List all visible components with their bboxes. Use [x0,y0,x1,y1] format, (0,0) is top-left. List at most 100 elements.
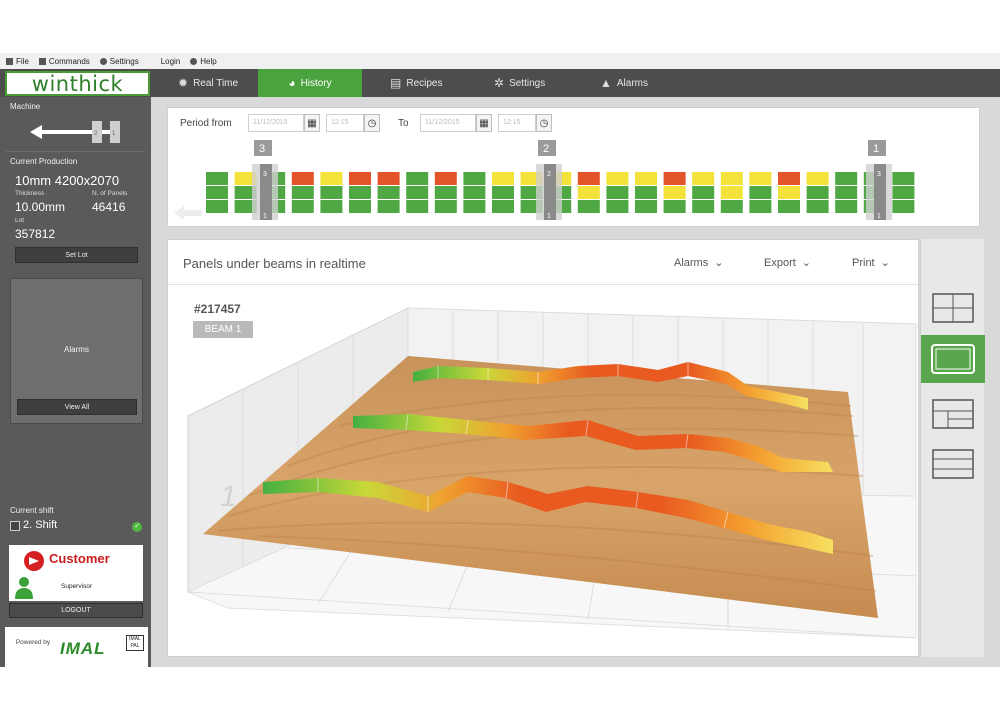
timeline-panel-cell[interactable] [463,200,486,213]
timeline-panel-cell[interactable] [492,200,514,213]
timeline-panel-cell[interactable] [720,200,743,213]
warning-icon: ▲ [600,76,612,90]
clock-icon[interactable]: ◷ [364,114,380,132]
timeline-panel-cell[interactable] [749,186,772,199]
timeline-panel-cell[interactable] [806,186,829,199]
timeline-panel-cell[interactable] [606,186,629,199]
print-dropdown[interactable]: Print ⌄ [852,256,890,270]
beam-marker-label: 3 [259,143,265,155]
timeline-panel-cell[interactable] [406,200,429,213]
to-time-input[interactable]: 12:15 [498,114,536,132]
export-dropdown-label: Export [764,256,796,269]
timeline-panel-cell[interactable] [692,186,715,199]
timeline-panel-cell[interactable] [206,200,228,213]
timeline-panel-cell[interactable] [434,200,457,213]
timeline-panel-cell[interactable] [492,172,514,185]
timeline-panel-cell[interactable] [577,186,600,199]
menu-commands[interactable]: Commands [38,57,90,66]
timeline-panel-cell[interactable] [835,172,858,185]
timeline-panel-cell[interactable] [291,186,314,199]
timeline-panel-cell[interactable] [892,200,915,213]
grid-4-view-icon[interactable] [929,291,977,325]
tab-alarms[interactable]: ▲ Alarms [600,69,660,97]
timeline-panel-cell[interactable] [778,186,800,199]
set-lot-button[interactable]: Set Lot [15,247,138,263]
timeline-panel-cell[interactable] [463,172,486,185]
calendar-icon[interactable]: ▦ [476,114,492,132]
tab-settings[interactable]: ✲ Settings [494,69,554,97]
beam-marker-index: 3 [877,171,881,178]
timeline-panel-cell[interactable] [492,186,514,199]
timeline-panel-cell[interactable] [663,172,686,185]
timeline-panel-cell[interactable] [892,186,915,199]
calendar-icon[interactable]: ▦ [304,114,320,132]
from-date-input[interactable]: 11/12/2015 [248,114,304,132]
timeline-panel-cell[interactable] [835,186,858,199]
timeline-panel-cell[interactable] [663,186,686,199]
timeline-panel-cell[interactable] [463,186,486,199]
timeline-panel-cell[interactable] [749,172,772,185]
menu-file[interactable]: File [6,57,29,66]
timeline-panel-cell[interactable] [320,172,343,185]
split-view-icon[interactable] [929,397,977,431]
timeline-panel-cell[interactable] [606,172,629,185]
timeline-panel-cell[interactable] [206,172,228,185]
timeline-panel-cell[interactable] [434,172,457,185]
timeline-panel-cell[interactable] [606,200,629,213]
timeline-panel-cell[interactable] [291,172,314,185]
timeline-panel-cell[interactable] [778,200,800,213]
timeline-panel-cell[interactable] [778,172,800,185]
timeline-panel-cell[interactable] [577,172,600,185]
timeline-panel-cell[interactable] [377,200,400,213]
timeline-panel-cell[interactable] [320,200,343,213]
export-dropdown[interactable]: Export ⌄ [764,256,811,270]
panel-timeline-strip[interactable]: 331221131 ◂ ▸ [168,138,979,226]
logout-button[interactable]: LOGOUT [9,603,143,618]
timeline-panel-cell[interactable] [635,186,657,199]
timeline-panel-cell[interactable] [635,200,657,213]
timeline-panel-cell[interactable] [749,200,772,213]
timeline-panel-cell[interactable] [406,186,429,199]
timeline-panel-cell[interactable] [349,186,371,199]
timeline-panel-cell[interactable] [291,200,314,213]
timeline-panel-cell[interactable] [349,172,371,185]
timeline-panel-cell[interactable] [692,200,715,213]
timeline-panel-cell[interactable] [577,200,600,213]
menu-help[interactable]: Help [190,57,217,66]
view-all-button[interactable]: View All [17,399,137,415]
chevron-down-icon: ⌄ [880,257,890,269]
list-view-icon[interactable] [929,447,977,481]
tab-real-time[interactable]: ✹ Real Time [178,69,258,97]
timeline-panel-cell[interactable] [835,200,858,213]
from-time-input[interactable]: 12:15 [326,114,364,132]
timeline-panel-cell[interactable] [406,172,429,185]
timeline-panel-cell[interactable] [692,172,715,185]
timeline-panel-cell[interactable] [720,186,743,199]
clock-icon[interactable]: ◷ [536,114,552,132]
timeline-panel-cell[interactable] [206,186,228,199]
timeline-panel-cell[interactable] [377,172,400,185]
divider [168,284,918,285]
shift-checkbox[interactable] [10,521,20,531]
beam-marker-index: 3 [263,171,267,178]
timeline-panel-cell[interactable] [806,200,829,213]
alarms-dropdown[interactable]: Alarms ⌄ [674,256,723,270]
menu-settings[interactable]: Settings [99,56,139,66]
tab-recipes[interactable]: ▤ Recipes [390,69,450,97]
tab-history[interactable]: ◕ History [258,69,362,97]
to-date-input[interactable]: 11/12/2015 [420,114,476,132]
timeline-panel-cell[interactable] [806,172,829,185]
timeline-panel-cell[interactable] [377,186,400,199]
timeline-panel-cell[interactable] [635,172,657,185]
timeline-panel-cell[interactable] [720,172,743,185]
timeline-panel-cell[interactable] [320,186,343,199]
timeline-panel-cell[interactable] [434,186,457,199]
single-view-icon[interactable] [921,335,985,383]
user-avatar-icon [15,577,33,599]
timeline-panel-cell[interactable] [663,200,686,213]
timeline-panel-cell[interactable] [892,172,915,185]
menu-settings-label: Settings [109,56,139,66]
3d-panel-view[interactable]: 1 2 3 [168,286,918,656]
timeline-panel-cell[interactable] [349,200,371,213]
menu-login[interactable]: Login [161,57,181,66]
